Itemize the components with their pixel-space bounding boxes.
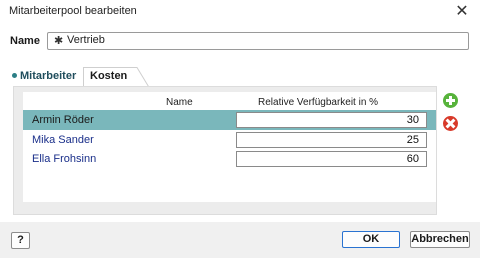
title-bar: Mitarbeiterpool bearbeiten ✕	[0, 0, 480, 24]
column-header-name[interactable]: Name	[166, 97, 193, 108]
dialog-footer	[0, 222, 480, 258]
table-row[interactable]: Mika Sander 25	[23, 130, 436, 150]
required-asterisk-icon: ✱	[54, 35, 64, 47]
availability-input[interactable]: 25	[236, 132, 427, 148]
tab-mitarbeiter[interactable]: Mitarbeiter	[12, 70, 76, 84]
availability-value: 60	[406, 153, 419, 165]
ok-button[interactable]: OK	[342, 231, 400, 248]
column-header-availability[interactable]: Relative Verfügbarkeit in %	[258, 97, 378, 108]
availability-value: 25	[406, 134, 419, 146]
name-value: Vertrieb	[67, 34, 105, 46]
help-button[interactable]: ?	[11, 232, 30, 249]
name-label: Name	[10, 35, 40, 47]
delete-icon[interactable]	[443, 116, 458, 131]
row-name: Ella Frohsinn	[32, 153, 97, 165]
availability-input[interactable]: 60	[236, 151, 427, 167]
tab-kosten[interactable]: Kosten	[83, 67, 149, 87]
add-icon[interactable]	[443, 93, 458, 108]
cancel-button[interactable]: Abbrechen	[410, 231, 470, 248]
availability-value: 30	[406, 114, 419, 126]
availability-input[interactable]: 30	[236, 112, 427, 128]
close-icon[interactable]: ✕	[452, 3, 472, 21]
table-row[interactable]: Armin Röder 30	[23, 110, 436, 130]
dialog-title: Mitarbeiterpool bearbeiten	[9, 5, 137, 17]
table-row[interactable]: Ella Frohsinn 60	[23, 149, 436, 169]
bullet-icon	[12, 72, 17, 78]
tab-kosten-label: Kosten	[90, 70, 128, 82]
row-name: Armin Röder	[32, 114, 94, 126]
name-input[interactable]: ✱ Vertrieb	[47, 32, 469, 50]
row-name: Mika Sander	[32, 134, 94, 146]
tab-mitarbeiter-label: Mitarbeiter	[20, 70, 77, 82]
